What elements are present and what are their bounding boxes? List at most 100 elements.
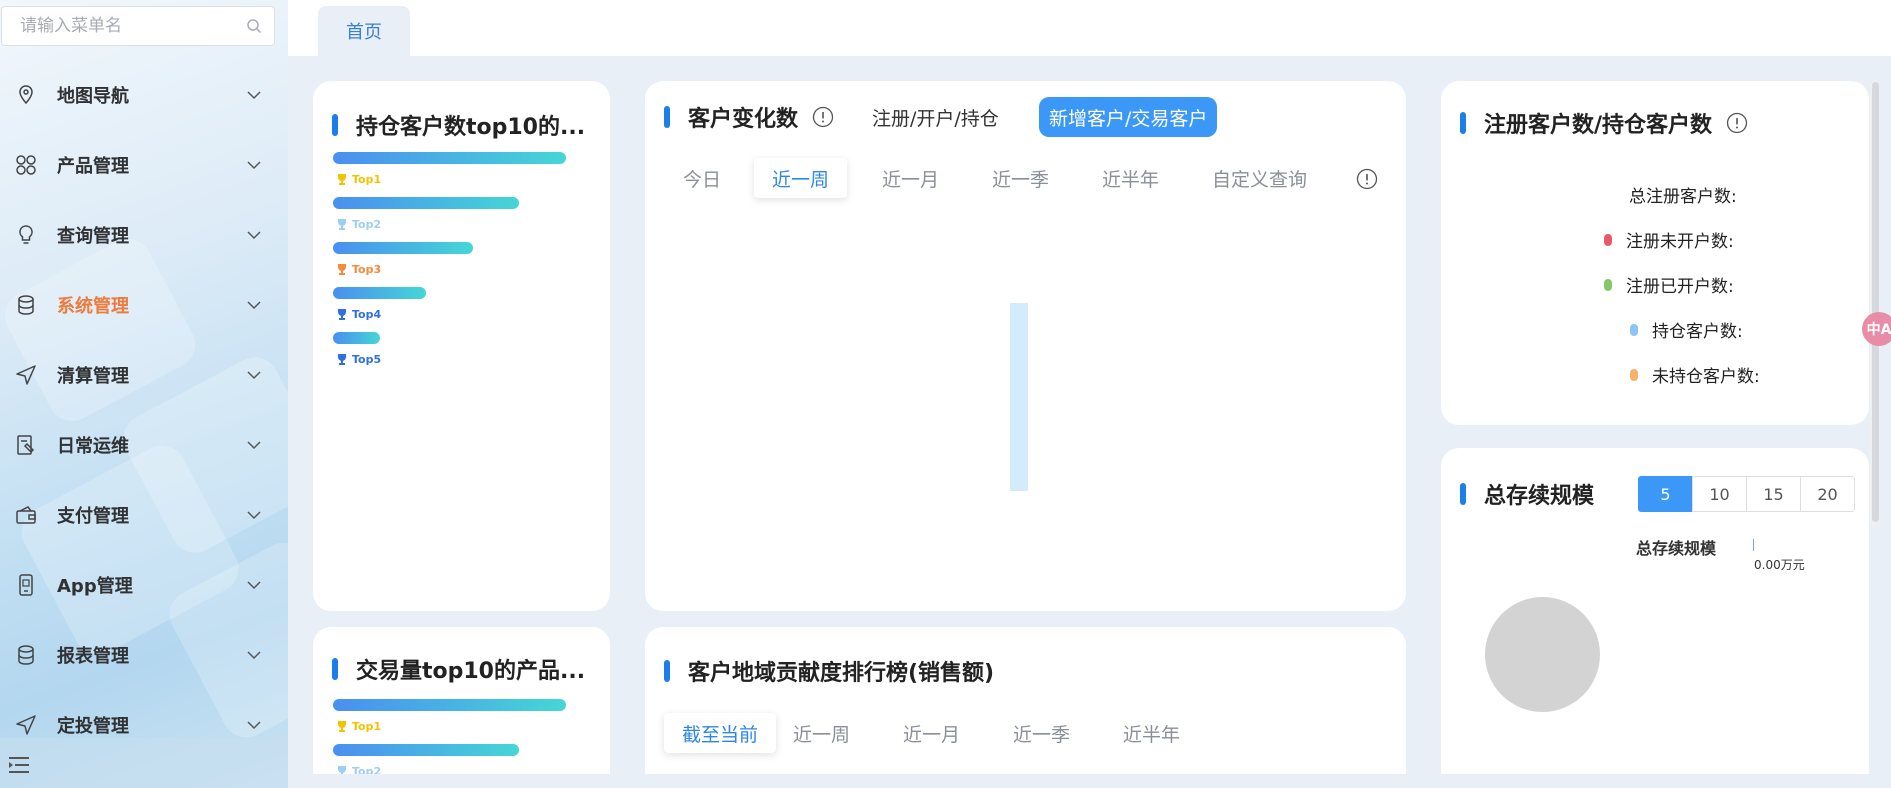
collapse-menu-icon[interactable]	[8, 756, 30, 774]
bottom-strip	[288, 774, 1891, 788]
period-today[interactable]: 今日	[665, 158, 739, 198]
region-period-month[interactable]: 近一月	[885, 713, 978, 753]
sidebar-item-map-nav[interactable]: 地图导航	[0, 71, 288, 119]
toggle-register-open-hold[interactable]: 注册/开户/持仓	[862, 97, 1009, 137]
map-pin-icon	[19, 85, 33, 105]
total-scale-value: 0.00万元	[1754, 558, 1805, 572]
bulb-icon	[19, 225, 33, 244]
sidebar-item-label: 清算管理	[57, 366, 129, 387]
rank-label-text: Top3	[352, 262, 382, 276]
sidebar: 地图导航 产品管理 查询管理 系统管理 清算管理 日常运维 支付管理 App管理	[0, 0, 288, 788]
rank-bar	[333, 287, 426, 299]
tool-doc-icon	[17, 435, 35, 455]
sidebar-item-label: App管理	[57, 576, 133, 597]
region-period-current[interactable]: 截至当前	[664, 713, 777, 753]
menu-search-input[interactable]	[20, 16, 246, 36]
chevron-down-icon	[247, 651, 261, 660]
sidebar-item-product[interactable]: 产品管理	[0, 141, 288, 189]
rank-bar	[333, 744, 519, 756]
size-option-20[interactable]: 20	[1800, 476, 1855, 512]
rank-bar	[333, 242, 473, 254]
search-icon[interactable]	[246, 18, 262, 34]
total-scale-bar	[1753, 539, 1754, 551]
period-week[interactable]: 近一周	[754, 158, 848, 198]
menu-search-box[interactable]	[1, 6, 275, 46]
sidebar-item-daily-ops[interactable]: 日常运维	[0, 421, 288, 469]
rank-label: Top4	[335, 307, 381, 321]
rank-label: Top2	[335, 217, 381, 231]
sidebar-item-payment[interactable]: 支付管理	[0, 491, 288, 539]
toggle-new-trade-customer[interactable]: 新增客户/交易客户	[1039, 97, 1218, 137]
holdings-top10-card: 持仓客户数top10的... Top1 Top2 Top3 Top4 Top5	[313, 81, 610, 611]
chevron-down-icon	[247, 441, 261, 450]
chevron-down-icon	[247, 581, 261, 590]
tab-bar: 首页	[288, 0, 1891, 56]
sidebar-item-label: 日常运维	[57, 436, 129, 457]
chevron-down-icon	[247, 161, 261, 170]
trophy-icon	[338, 309, 346, 320]
total-scale-title: 总存续规模	[1460, 478, 1594, 510]
sidebar-item-label: 查询管理	[57, 226, 129, 247]
size-option-15[interactable]: 15	[1746, 476, 1801, 512]
sidebar-item-app[interactable]: App管理	[0, 561, 288, 609]
size-option-5[interactable]: 5	[1638, 476, 1693, 512]
size-option-10[interactable]: 10	[1692, 476, 1747, 512]
customer-change-card: 客户变化数 注册/开户/持仓 新增客户/交易客户 今日 近一周 近一月 近一季 …	[645, 81, 1406, 611]
period-half-year[interactable]: 近半年	[1084, 158, 1177, 198]
sidebar-footer	[0, 738, 288, 788]
legend-dot	[1604, 233, 1612, 246]
rank-label-text: Top5	[352, 352, 382, 366]
send-icon	[16, 365, 36, 385]
rank-label-text: Top1	[352, 172, 382, 186]
phone-icon	[19, 574, 33, 596]
region-rank-title: 客户地域贡献度排行榜(销售额)	[664, 655, 994, 687]
info-icon[interactable]	[812, 106, 834, 128]
legend-dot	[1630, 368, 1638, 381]
sidebar-item-query[interactable]: 查询管理	[0, 211, 288, 259]
trophy-icon	[338, 264, 346, 275]
trophy-icon	[338, 721, 346, 732]
total-scale-label: 总存续规模	[1636, 539, 1717, 558]
region-period-quarter[interactable]: 近一季	[995, 713, 1088, 753]
sidebar-item-label: 产品管理	[57, 156, 129, 177]
period-month[interactable]: 近一月	[864, 158, 957, 198]
rank-label: Top1	[335, 719, 381, 733]
customer-change-chart	[1010, 303, 1028, 491]
sidebar-item-report[interactable]: 报表管理	[0, 631, 288, 679]
database-icon	[18, 645, 34, 665]
translate-button[interactable]: 中A	[1862, 312, 1891, 346]
rank-bar	[333, 699, 566, 711]
sidebar-item-label: 地图导航	[57, 86, 129, 107]
sidebar-item-clearing[interactable]: 清算管理	[0, 351, 288, 399]
rank-label-text: Top2	[352, 217, 382, 231]
sidebar-item-system[interactable]: 系统管理	[0, 281, 288, 329]
region-period-half-year[interactable]: 近半年	[1105, 713, 1198, 753]
empty-pie-chart	[1485, 597, 1600, 712]
region-period-week[interactable]: 近一周	[775, 713, 868, 753]
holdings-top10-title: 持仓客户数top10的...	[332, 109, 585, 141]
sidebar-item-label: 系统管理	[57, 296, 129, 317]
chevron-down-icon	[247, 511, 261, 520]
info-icon[interactable]	[1726, 112, 1748, 134]
trade-top10-card: 交易量top10的产品... Top1 Top2	[313, 627, 610, 788]
send-icon	[16, 715, 36, 735]
rank-bar	[333, 152, 566, 164]
page-scrollbar-thumb[interactable]	[1872, 82, 1879, 522]
trophy-icon	[338, 174, 346, 185]
chevron-down-icon	[247, 721, 261, 730]
period-quarter[interactable]: 近一季	[974, 158, 1067, 198]
chart-hover-highlight	[1010, 303, 1028, 491]
tab-home[interactable]: 首页	[318, 6, 410, 56]
customer-change-title: 客户变化数	[664, 101, 834, 133]
trophy-icon	[338, 219, 346, 230]
registered-title: 注册客户数/持仓客户数	[1460, 107, 1748, 139]
info-icon[interactable]	[1356, 168, 1378, 190]
legend-total-registered: 总注册客户数:	[1629, 187, 1737, 207]
region-rank-card: 客户地域贡献度排行榜(销售额) 截至当前 近一周 近一月 近一季 近半年	[645, 627, 1406, 788]
period-custom[interactable]: 自定义查询	[1194, 158, 1325, 198]
wallet-icon	[16, 506, 36, 524]
rank-label: Top5	[335, 352, 381, 366]
rank-bar	[333, 197, 519, 209]
chevron-down-icon	[247, 371, 261, 380]
sidebar-item-label: 报表管理	[57, 646, 129, 667]
